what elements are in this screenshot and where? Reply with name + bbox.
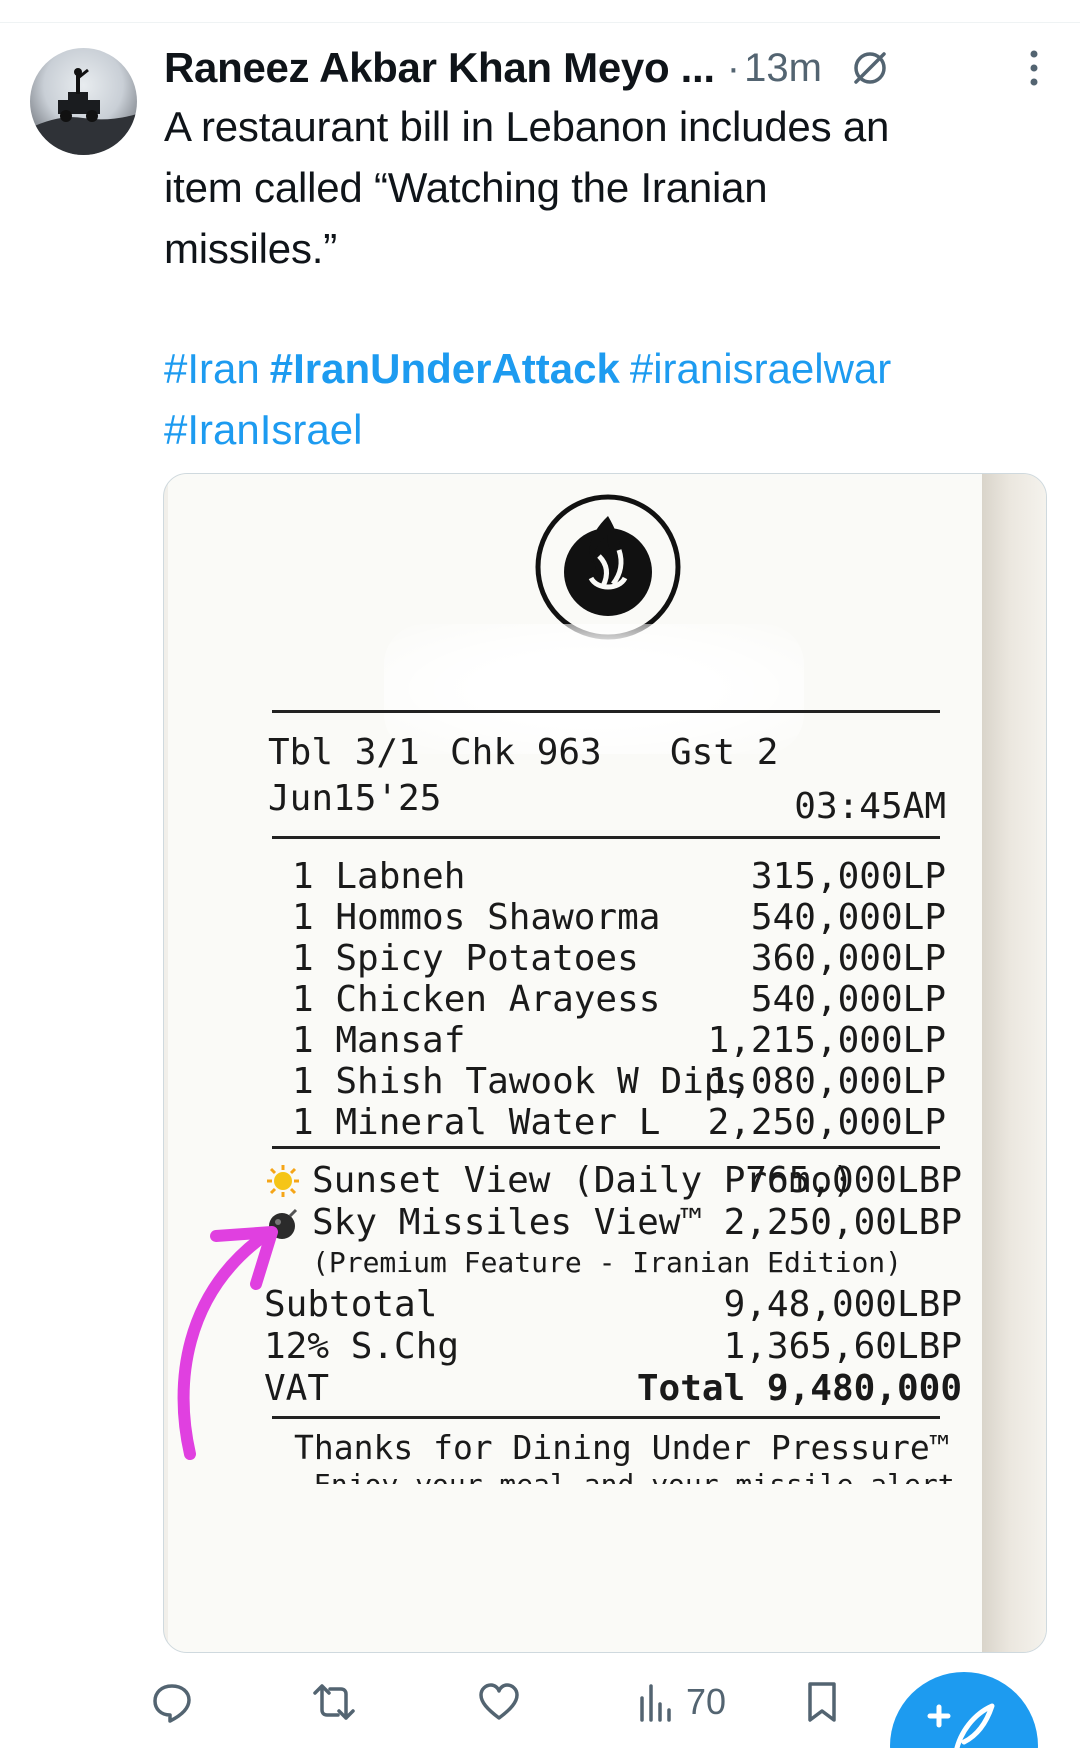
receipt-rule [272, 1416, 940, 1419]
more-options-icon[interactable] [1024, 48, 1044, 88]
tweet-time[interactable]: 13m [744, 46, 822, 91]
promo-missiles-price: 2,250,00LBP [723, 1202, 962, 1243]
line-item-price: 1,215,000LP [707, 1020, 946, 1061]
tweet-text-line: missiles.” [164, 225, 337, 272]
bookmark-icon [808, 1682, 836, 1722]
hashtag-iranunderattack[interactable]: #IranUnderAttack [270, 345, 620, 392]
tweet-header: Raneez Akbar Khan Meyo ... · 13m [164, 40, 1054, 96]
receipt-footer-cutoff: Enjoy your meal and your missile alert [314, 1468, 955, 1484]
subtotal-value: 9,48,000LBP [723, 1284, 962, 1325]
line-item-price: 540,000LP [750, 979, 946, 1020]
sun-icon [267, 1165, 299, 1197]
receipt-shadow [982, 474, 1046, 1652]
avatar[interactable] [30, 48, 137, 155]
like-button[interactable] [477, 1680, 521, 1724]
line-item-name: 1 Hommos Shaworma [292, 897, 661, 938]
line-item-name: 1 Chicken Arayess [292, 979, 661, 1020]
line-item-name: 1 Shish Tawook W Dips [292, 1061, 748, 1102]
hashtag-iranisrael[interactable]: #IranIsrael [164, 406, 362, 453]
line-item-name: 1 Spicy Potatoes [292, 938, 639, 979]
top-divider [0, 22, 1080, 23]
heart-icon [479, 1683, 519, 1720]
receipt-rule [272, 836, 940, 839]
tweet-text-line: item called “Watching the Iranian [164, 164, 768, 211]
line-item-price: 1,080,000LP [707, 1061, 946, 1102]
separator-dot: · [726, 45, 741, 90]
receipt-rule [272, 1146, 940, 1149]
views-button[interactable]: 70 [634, 1680, 726, 1724]
total-value: 9,480,000 [766, 1368, 962, 1409]
hashtags: #Iran #IranUnderAttack #iranisraelwar #Ira… [164, 338, 1044, 460]
author-name[interactable]: Raneez Akbar Khan Meyo ... [164, 44, 715, 92]
repost-button[interactable] [312, 1680, 356, 1724]
receipt-footer: Thanks for Dining Under Pressure™ [294, 1428, 950, 1467]
total-row: Total 9,480,000 [637, 1368, 962, 1409]
hashtag-iran[interactable]: #Iran [164, 345, 260, 392]
line-item-name: 1 Mansaf [292, 1020, 466, 1061]
tweet-media-image[interactable]: Tbl 3/1 Chk 963 Gst 2 Jun15'25 03:45AM 1… [163, 473, 1047, 1653]
receipt-time: 03:45AM [794, 786, 946, 827]
receipt-date: Jun15'25 [268, 778, 442, 819]
line-item-price: 2,250,000LP [707, 1102, 946, 1143]
line-item-price: 540,000LP [750, 897, 946, 938]
views-chart-icon [640, 1684, 671, 1722]
hashtag-iranisraelwar[interactable]: #iranisraelwar [630, 345, 891, 392]
reply-icon [153, 1684, 191, 1723]
grok-icon[interactable] [848, 46, 892, 90]
bookmark-button[interactable] [800, 1680, 844, 1724]
promo-missiles-name: Sky Missiles View™ [312, 1202, 703, 1243]
line-item-price: 315,000LP [750, 856, 946, 897]
line-item-name: 1 Mineral Water L [292, 1102, 661, 1143]
avatar-jeep-silhouette [30, 68, 137, 155]
tweet-text-line: A restaurant bill in Lebanon includes an [164, 103, 890, 150]
views-count: 70 [686, 1681, 727, 1722]
pink-arrow-annotation [177, 1226, 278, 1460]
check-number: Chk 963 [450, 732, 602, 773]
service-charge-value: 1,365,60LBP [723, 1326, 962, 1367]
promo-sunset-price: 765,000LBP [745, 1160, 962, 1201]
repost-icon [313, 1684, 355, 1720]
tweet-text: A restaurant bill in Lebanon includes an… [164, 96, 1044, 279]
table-number: Tbl 3/1 [268, 732, 420, 773]
guest-count: Gst 2 [670, 732, 779, 773]
reply-button[interactable] [150, 1680, 194, 1724]
total-label: Total [636, 1368, 746, 1409]
compose-feather-icon [927, 1703, 995, 1748]
promo-missiles-note: (Premium Feature - Iranian Edition) [312, 1246, 903, 1279]
line-item-price: 360,000LP [750, 938, 946, 979]
receipt-rule [272, 710, 940, 713]
line-item-name: 1 Labneh [292, 856, 466, 897]
